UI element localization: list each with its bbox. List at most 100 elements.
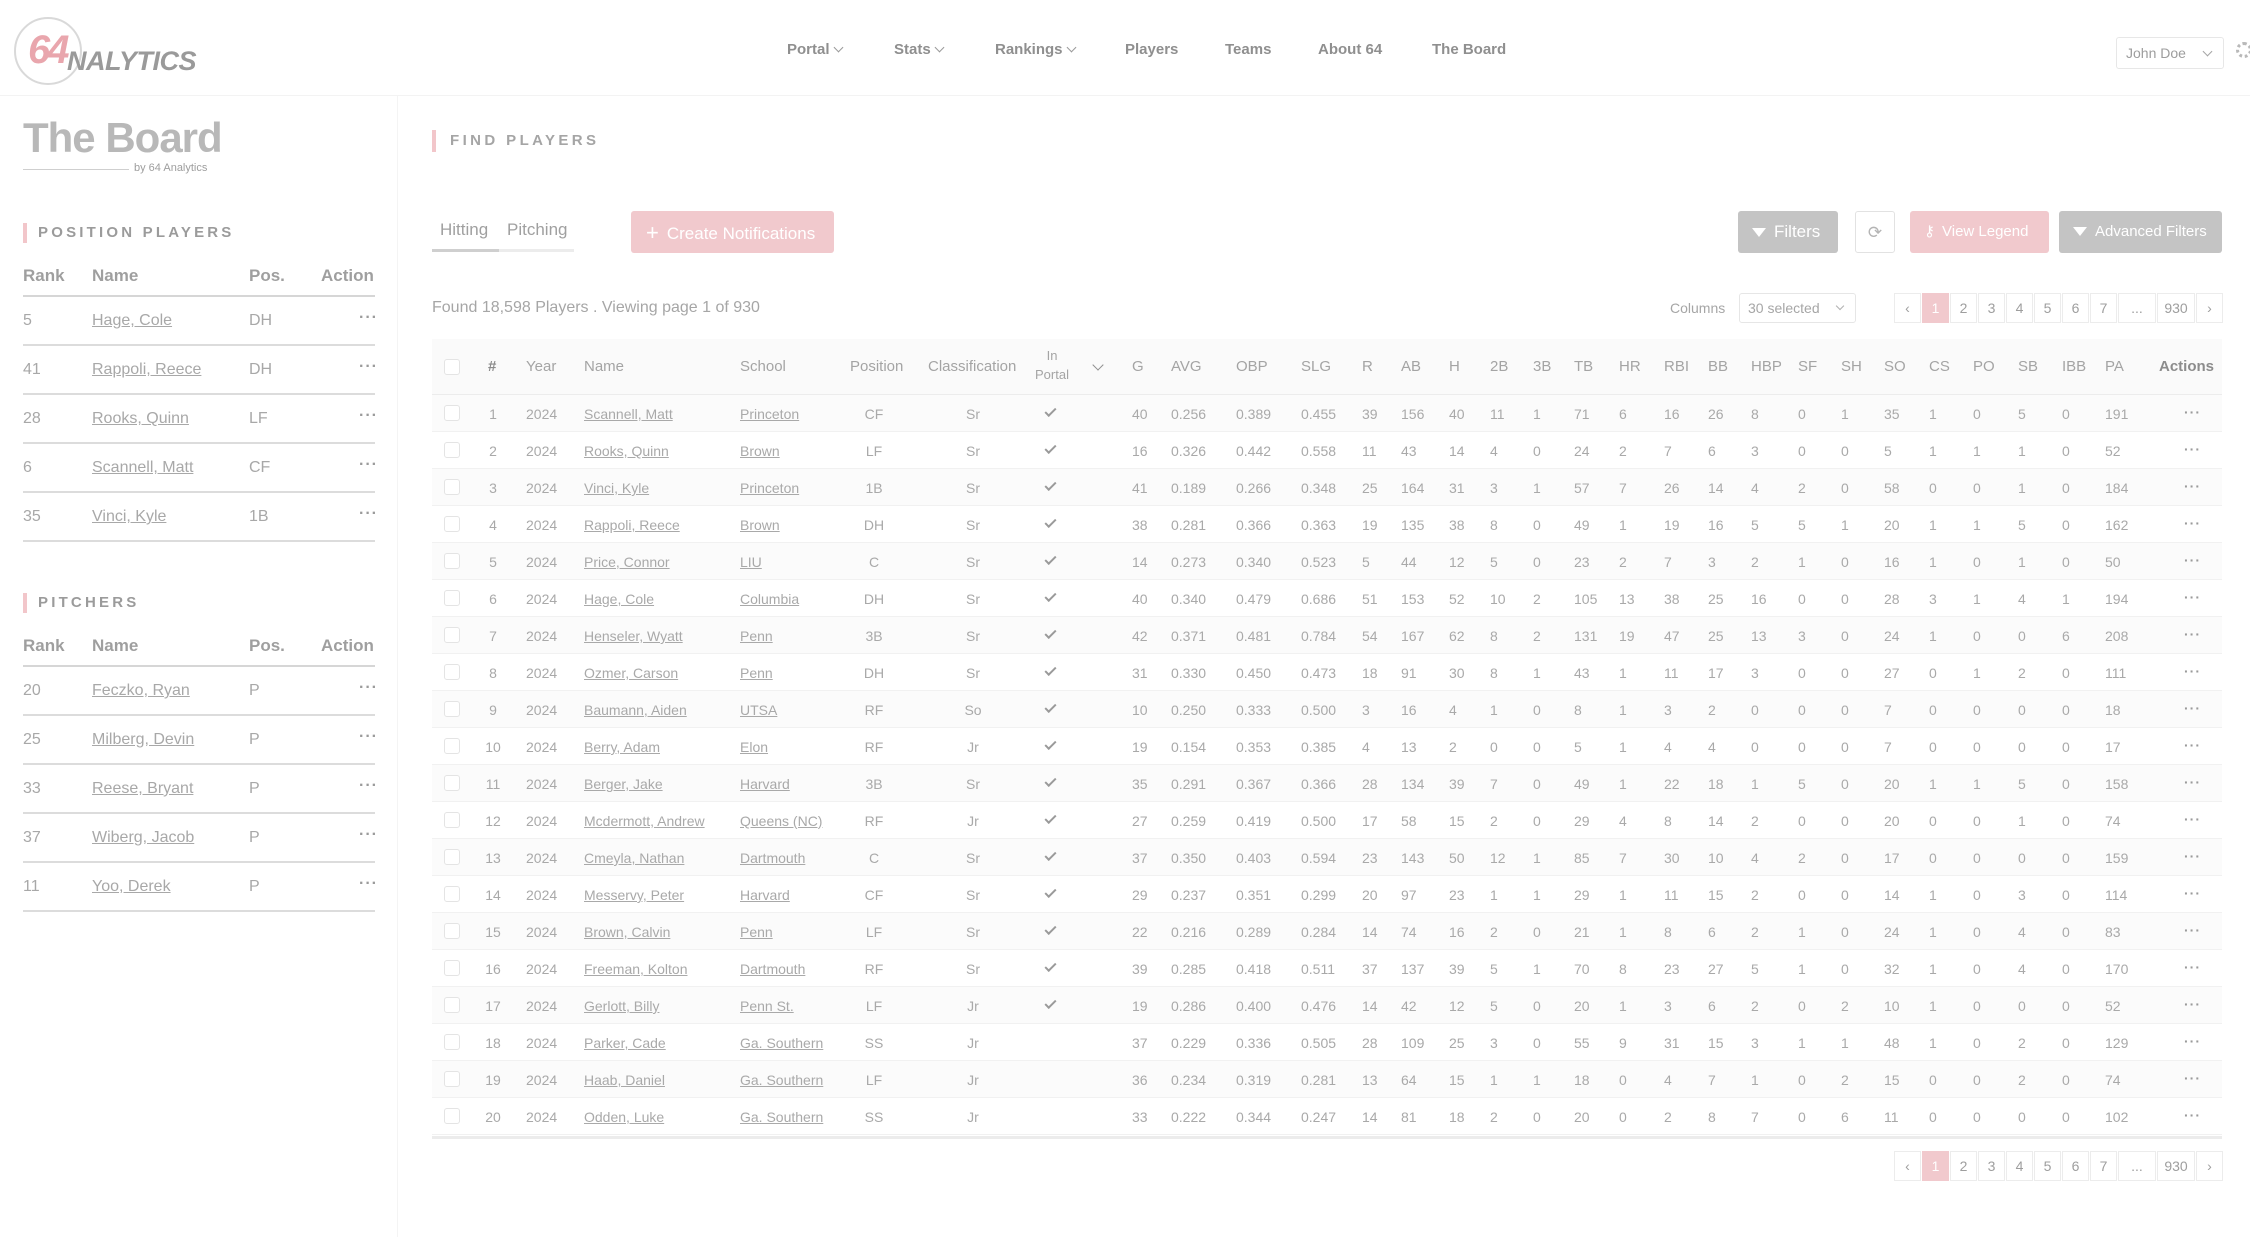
column-header[interactable]: AB	[1401, 358, 1421, 375]
player-link[interactable]: Scannell, Matt	[584, 406, 673, 422]
school-link[interactable]: Dartmouth	[740, 961, 805, 977]
more-actions-icon[interactable]: ···	[359, 875, 378, 893]
column-header[interactable]: IBB	[2062, 358, 2086, 375]
row-actions-icon[interactable]: ···	[2184, 589, 2201, 605]
row-checkbox[interactable]	[444, 553, 460, 569]
row-checkbox[interactable]	[444, 701, 460, 717]
more-actions-icon[interactable]: ···	[359, 407, 378, 425]
row-actions-icon[interactable]: ···	[2184, 515, 2201, 531]
row-actions-icon[interactable]: ···	[2184, 478, 2201, 494]
gear-icon[interactable]	[2236, 42, 2250, 58]
more-actions-icon[interactable]: ···	[359, 728, 378, 746]
more-actions-icon[interactable]: ···	[359, 309, 378, 327]
school-link[interactable]: Princeton	[740, 480, 799, 496]
player-link[interactable]: Baumann, Aiden	[584, 702, 687, 718]
nav-item-teams[interactable]: Teams	[1225, 41, 1271, 58]
player-link[interactable]: Rooks, Quinn	[92, 410, 189, 428]
nav-item-portal[interactable]: Portal	[787, 41, 843, 58]
player-link[interactable]: Wiberg, Jacob	[92, 829, 194, 847]
player-link[interactable]: Hage, Cole	[584, 591, 654, 607]
row-checkbox[interactable]	[444, 886, 460, 902]
row-actions-icon[interactable]: ···	[2184, 626, 2201, 642]
player-link[interactable]: Vinci, Kyle	[92, 508, 166, 526]
row-checkbox[interactable]	[444, 775, 460, 791]
row-actions-icon[interactable]: ···	[2184, 737, 2201, 753]
row-actions-icon[interactable]: ···	[2184, 404, 2201, 420]
page-1-button[interactable]: 1	[1922, 293, 1949, 323]
column-header[interactable]: SH	[1841, 358, 1862, 375]
column-header[interactable]: CS	[1929, 358, 1950, 375]
page-930-button[interactable]: 930	[2157, 293, 2195, 323]
column-header[interactable]: PO	[1973, 358, 1995, 375]
row-checkbox[interactable]	[444, 849, 460, 865]
row-actions-icon[interactable]: ···	[2184, 700, 2201, 716]
next-page-button[interactable]: ›	[2196, 293, 2223, 323]
column-header[interactable]: Actions	[2159, 358, 2214, 375]
row-actions-icon[interactable]: ···	[2184, 885, 2201, 901]
player-link[interactable]: Brown, Calvin	[584, 924, 670, 940]
view-legend-button[interactable]: ⚷ View Legend	[1910, 211, 2049, 253]
player-link[interactable]: Parker, Cade	[584, 1035, 666, 1051]
school-link[interactable]: Penn	[740, 665, 773, 681]
school-link[interactable]: Ga. Southern	[740, 1072, 823, 1088]
column-header[interactable]: PA	[2105, 358, 2124, 375]
row-checkbox[interactable]	[444, 1071, 460, 1087]
advanced-filters-button[interactable]: Advanced Filters	[2059, 211, 2222, 253]
column-header[interactable]: G	[1132, 358, 1144, 375]
row-checkbox[interactable]	[444, 960, 460, 976]
school-link[interactable]: Queens (NC)	[740, 813, 822, 829]
prev-page-button[interactable]: ‹	[1894, 293, 1921, 323]
page-930-button[interactable]: 930	[2157, 1151, 2195, 1181]
player-link[interactable]: Rappoli, Reece	[584, 517, 680, 533]
column-header[interactable]: HR	[1619, 358, 1641, 375]
column-header[interactable]: OBP	[1236, 358, 1268, 375]
column-header[interactable]: Year	[526, 358, 556, 375]
create-notifications-button[interactable]: + Create Notifications	[631, 211, 834, 253]
page-6-button[interactable]: 6	[2062, 1151, 2089, 1181]
row-actions-icon[interactable]: ···	[2184, 441, 2201, 457]
school-link[interactable]: Harvard	[740, 776, 790, 792]
column-header[interactable]: 3B	[1533, 358, 1551, 375]
school-link[interactable]: Harvard	[740, 887, 790, 903]
player-link[interactable]: Mcdermott, Andrew	[584, 813, 705, 829]
nav-item-the-board[interactable]: The Board	[1432, 41, 1506, 58]
column-header[interactable]: School	[740, 358, 786, 375]
row-checkbox[interactable]	[444, 1034, 460, 1050]
chevron-down-icon[interactable]	[1092, 359, 1104, 371]
player-link[interactable]: Vinci, Kyle	[584, 480, 649, 496]
page-7-button[interactable]: 7	[2090, 1151, 2117, 1181]
more-actions-icon[interactable]: ···	[359, 679, 378, 697]
refresh-button[interactable]: ⟳	[1855, 211, 1895, 253]
player-link[interactable]: Messervy, Peter	[584, 887, 684, 903]
nav-item-about-64[interactable]: About 64	[1318, 41, 1382, 58]
player-link[interactable]: Hage, Cole	[92, 312, 172, 330]
row-actions-icon[interactable]: ···	[2184, 848, 2201, 864]
row-actions-icon[interactable]: ···	[2184, 811, 2201, 827]
school-link[interactable]: Brown	[740, 443, 780, 459]
player-link[interactable]: Feczko, Ryan	[92, 682, 190, 700]
page-5-button[interactable]: 5	[2034, 293, 2061, 323]
row-actions-icon[interactable]: ···	[2184, 774, 2201, 790]
more-actions-icon[interactable]: ···	[359, 456, 378, 474]
filters-button[interactable]: Filters	[1738, 211, 1838, 253]
page-3-button[interactable]: 3	[1978, 293, 2005, 323]
column-header[interactable]: SB	[2018, 358, 2038, 375]
row-actions-icon[interactable]: ···	[2184, 1033, 2201, 1049]
row-checkbox[interactable]	[444, 738, 460, 754]
row-checkbox[interactable]	[444, 997, 460, 1013]
column-header[interactable]: Name	[584, 358, 624, 375]
nav-item-players[interactable]: Players	[1125, 41, 1178, 58]
player-link[interactable]: Reese, Bryant	[92, 780, 193, 798]
column-header[interactable]: AVG	[1171, 358, 1202, 375]
row-actions-icon[interactable]: ···	[2184, 959, 2201, 975]
school-link[interactable]: LIU	[740, 554, 762, 570]
more-actions-icon[interactable]: ···	[359, 826, 378, 844]
player-link[interactable]: Berry, Adam	[584, 739, 660, 755]
select-all-checkbox[interactable]	[444, 359, 460, 375]
player-link[interactable]: Haab, Daniel	[584, 1072, 665, 1088]
column-header[interactable]: H	[1449, 358, 1460, 375]
row-actions-icon[interactable]: ···	[2184, 922, 2201, 938]
player-link[interactable]: Milberg, Devin	[92, 731, 194, 749]
row-actions-icon[interactable]: ···	[2184, 1070, 2201, 1086]
row-checkbox[interactable]	[444, 590, 460, 606]
